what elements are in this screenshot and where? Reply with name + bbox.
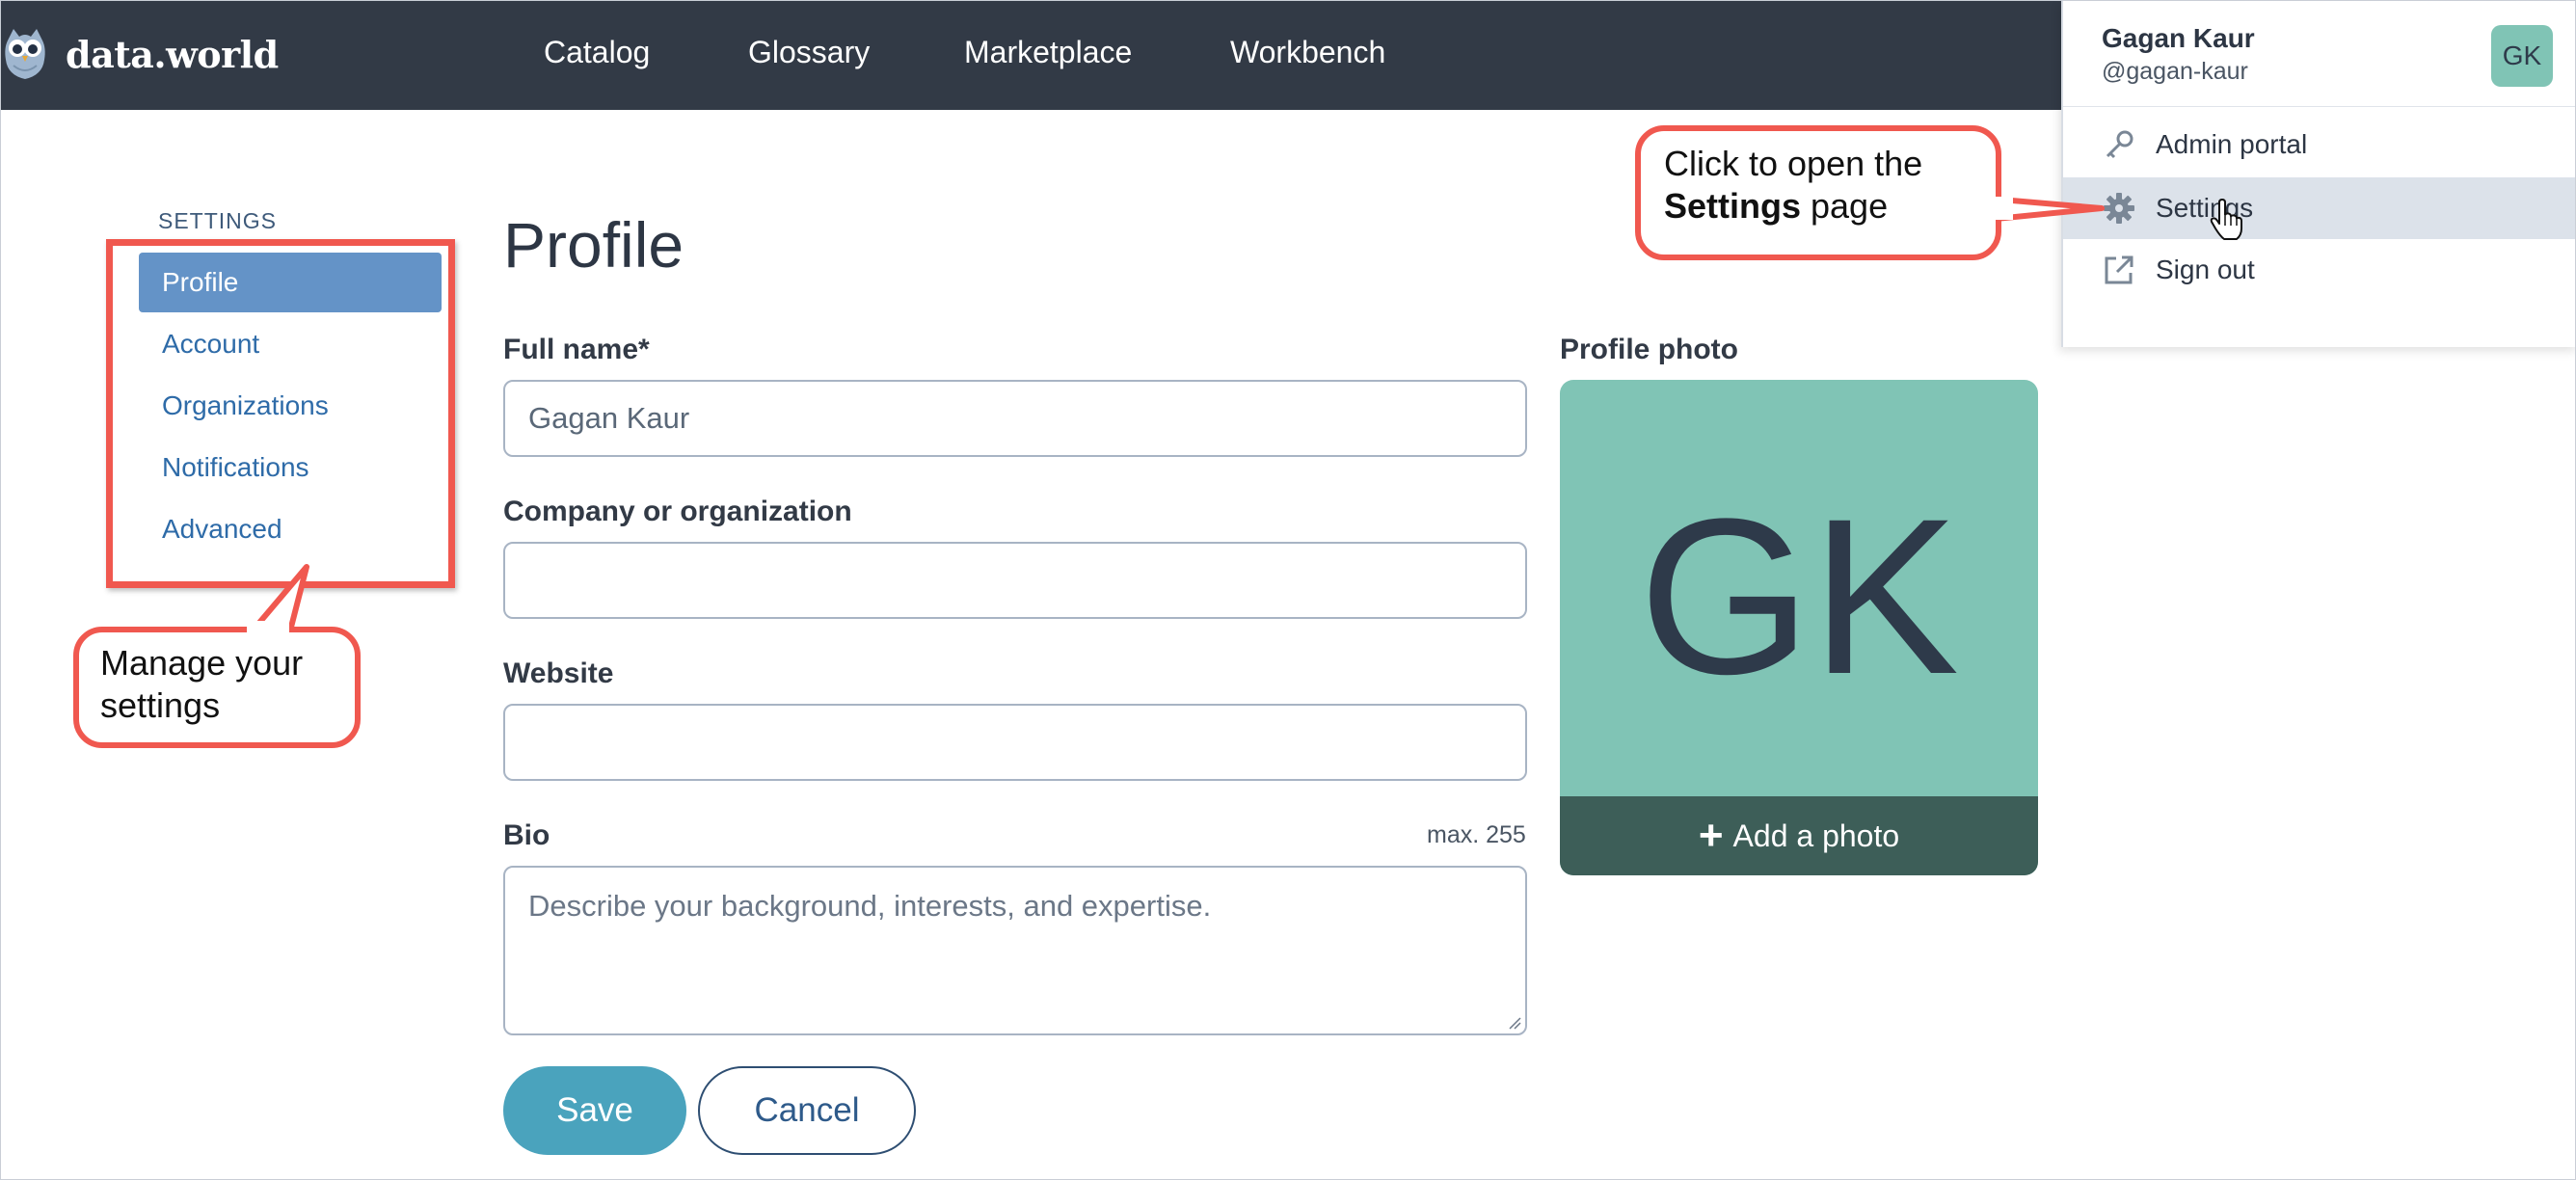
hand-cursor-icon xyxy=(2210,199,2242,240)
user-name: Gagan Kaur xyxy=(2102,23,2255,53)
callout-text-line2: Settings page xyxy=(1664,185,1996,228)
cancel-button[interactable]: Cancel xyxy=(698,1066,916,1155)
menu-item-settings[interactable]: Settings xyxy=(2063,177,2576,239)
avatar[interactable]: GK xyxy=(2491,25,2553,87)
add-photo-button[interactable]: + Add a photo xyxy=(1560,796,2038,875)
save-button[interactable]: Save xyxy=(503,1066,686,1155)
bio-label: Bio xyxy=(503,819,550,851)
external-link-icon xyxy=(2102,253,2136,287)
nav-glossary[interactable]: Glossary xyxy=(748,35,870,70)
plus-icon: + xyxy=(1698,812,1724,859)
website-label: Website xyxy=(503,657,614,689)
owl-logo-icon xyxy=(5,29,45,79)
callout-bold: Settings xyxy=(1664,186,1802,226)
company-label: Company or organization xyxy=(503,496,852,527)
menu-item-label: Admin portal xyxy=(2156,129,2308,159)
menu-item-admin-portal[interactable]: Admin portal xyxy=(2063,114,2576,175)
company-field[interactable] xyxy=(503,542,1527,619)
resize-handle-icon[interactable] xyxy=(1508,1016,1521,1030)
profile-photo-initials: GK xyxy=(1638,472,1960,720)
profile-photo-label: Profile photo xyxy=(1560,334,1738,365)
full-name-label: Full name* xyxy=(503,334,650,365)
callout-text-line1: Manage your xyxy=(100,643,304,683)
page-title: Profile xyxy=(503,209,684,281)
callout-joint xyxy=(1988,197,2013,220)
bio-max-length: max. 255 xyxy=(1427,821,1526,848)
website-field[interactable] xyxy=(503,704,1527,781)
user-handle: @gagan-kaur xyxy=(2102,58,2248,85)
bio-field[interactable]: Describe your background, interests, and… xyxy=(503,866,1527,1035)
user-menu-dropdown: Gagan Kaur @gagan-kaur GK Admin portal S… xyxy=(2061,0,2576,347)
callout-settings: Click to open the Settings page xyxy=(1635,125,2001,260)
logo[interactable]: data.world xyxy=(4,25,279,83)
callout-sidebar: Manage your settings xyxy=(73,627,361,748)
menu-item-label: Sign out xyxy=(2156,255,2255,284)
full-name-field[interactable]: Gagan Kaur xyxy=(503,380,1527,457)
nav-marketplace[interactable]: Marketplace xyxy=(964,35,1132,70)
nav-workbench[interactable]: Workbench xyxy=(1230,35,1385,70)
profile-photo: GK + Add a photo xyxy=(1560,380,2038,875)
callout-text-line1: Click to open the xyxy=(1664,144,1923,183)
menu-divider xyxy=(2063,106,2576,107)
settings-heading: SETTINGS xyxy=(158,208,278,233)
nav-catalog[interactable]: Catalog xyxy=(544,35,650,70)
callout-joint xyxy=(247,621,289,634)
key-icon xyxy=(2102,127,2136,162)
menu-item-sign-out[interactable]: Sign out xyxy=(2063,239,2576,301)
sidebar-highlight-box xyxy=(106,239,455,588)
logo-text: data.world xyxy=(66,32,279,76)
callout-text-line2: settings xyxy=(100,685,221,725)
callout-rest: page xyxy=(1801,186,1889,226)
bio-placeholder: Describe your background, interests, and… xyxy=(528,889,1212,923)
add-photo-label: Add a photo xyxy=(1732,818,1900,853)
